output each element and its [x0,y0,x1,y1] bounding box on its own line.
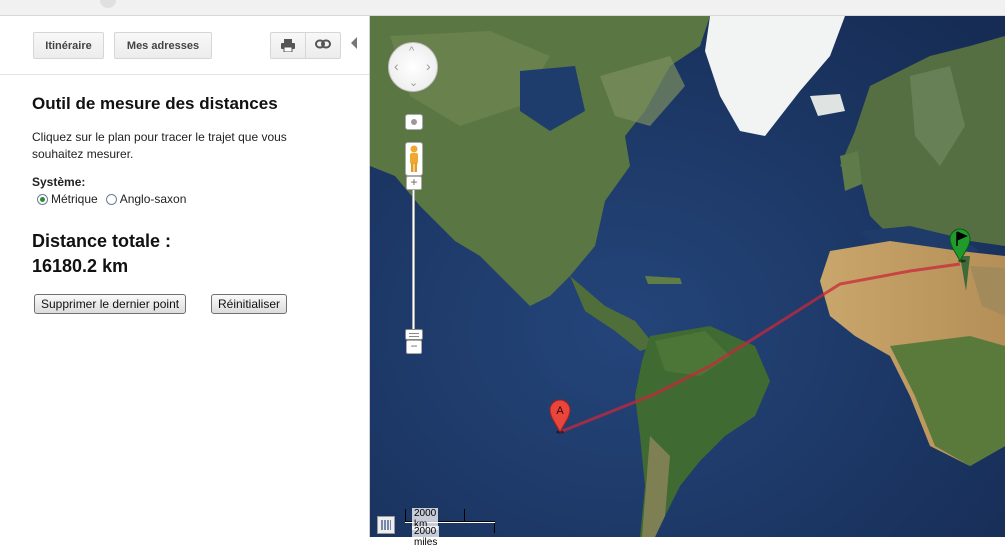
satellite-map[interactable]: A [370,16,1005,537]
total-distance-label: Distance totale : [32,231,172,251]
pegman-icon [410,145,418,172]
itinerary-button[interactable]: Itinéraire [33,32,104,59]
scale-tick [464,509,465,521]
tool-description: Cliquez sur le plan pour tracer le traje… [32,130,287,161]
collapse-arrow-icon[interactable] [351,37,357,49]
zoom-slider-track[interactable] [412,190,415,330]
remove-last-point-button[interactable]: Supprimer le dernier point [34,294,187,314]
link-icon [315,39,331,49]
street-view-pegman-button[interactable] [405,142,423,176]
system-options: Métrique Anglo-saxon [37,192,194,206]
top-strip [0,0,1005,16]
map-type-icon[interactable] [377,516,395,534]
metric-label[interactable]: Métrique [51,192,98,206]
map-canvas[interactable]: A [370,16,1005,537]
panel-toolbar: Itinéraire Mes adresses [0,16,369,75]
imperial-label[interactable]: Anglo-saxon [120,192,187,206]
my-addresses-button[interactable]: Mes adresses [114,32,212,59]
top-arc-decoration [100,0,116,8]
marker-a-label: A [556,405,564,417]
pan-down-icon[interactable]: ⌄ [409,78,418,89]
zoom-in-button[interactable]: + [406,176,422,190]
zoom-out-button[interactable]: − [406,340,422,354]
print-button[interactable] [270,32,306,59]
system-label: Système: [32,175,86,189]
pan-right-icon[interactable]: › [426,59,431,73]
scale-miles-label: 2000 miles [412,526,440,548]
total-distance-value: 16180.2 km [32,256,129,276]
imperial-radio[interactable] [105,193,117,205]
metric-radio[interactable] [37,193,48,205]
scale-tick [405,509,406,521]
printer-icon [281,39,295,52]
tool-title: Outil de mesure des distances [32,94,278,113]
left-panel: Itinéraire Mes adresses Outil de mesure … [0,16,370,537]
link-button[interactable] [305,32,341,59]
pan-control[interactable]: ^ ‹ › ⌄ [388,42,438,92]
reset-button[interactable]: Réinitialiser [211,294,288,314]
pan-up-icon[interactable]: ^ [409,46,414,57]
location-dot-button[interactable] [405,114,423,130]
pan-left-icon[interactable]: ‹ [394,59,399,73]
